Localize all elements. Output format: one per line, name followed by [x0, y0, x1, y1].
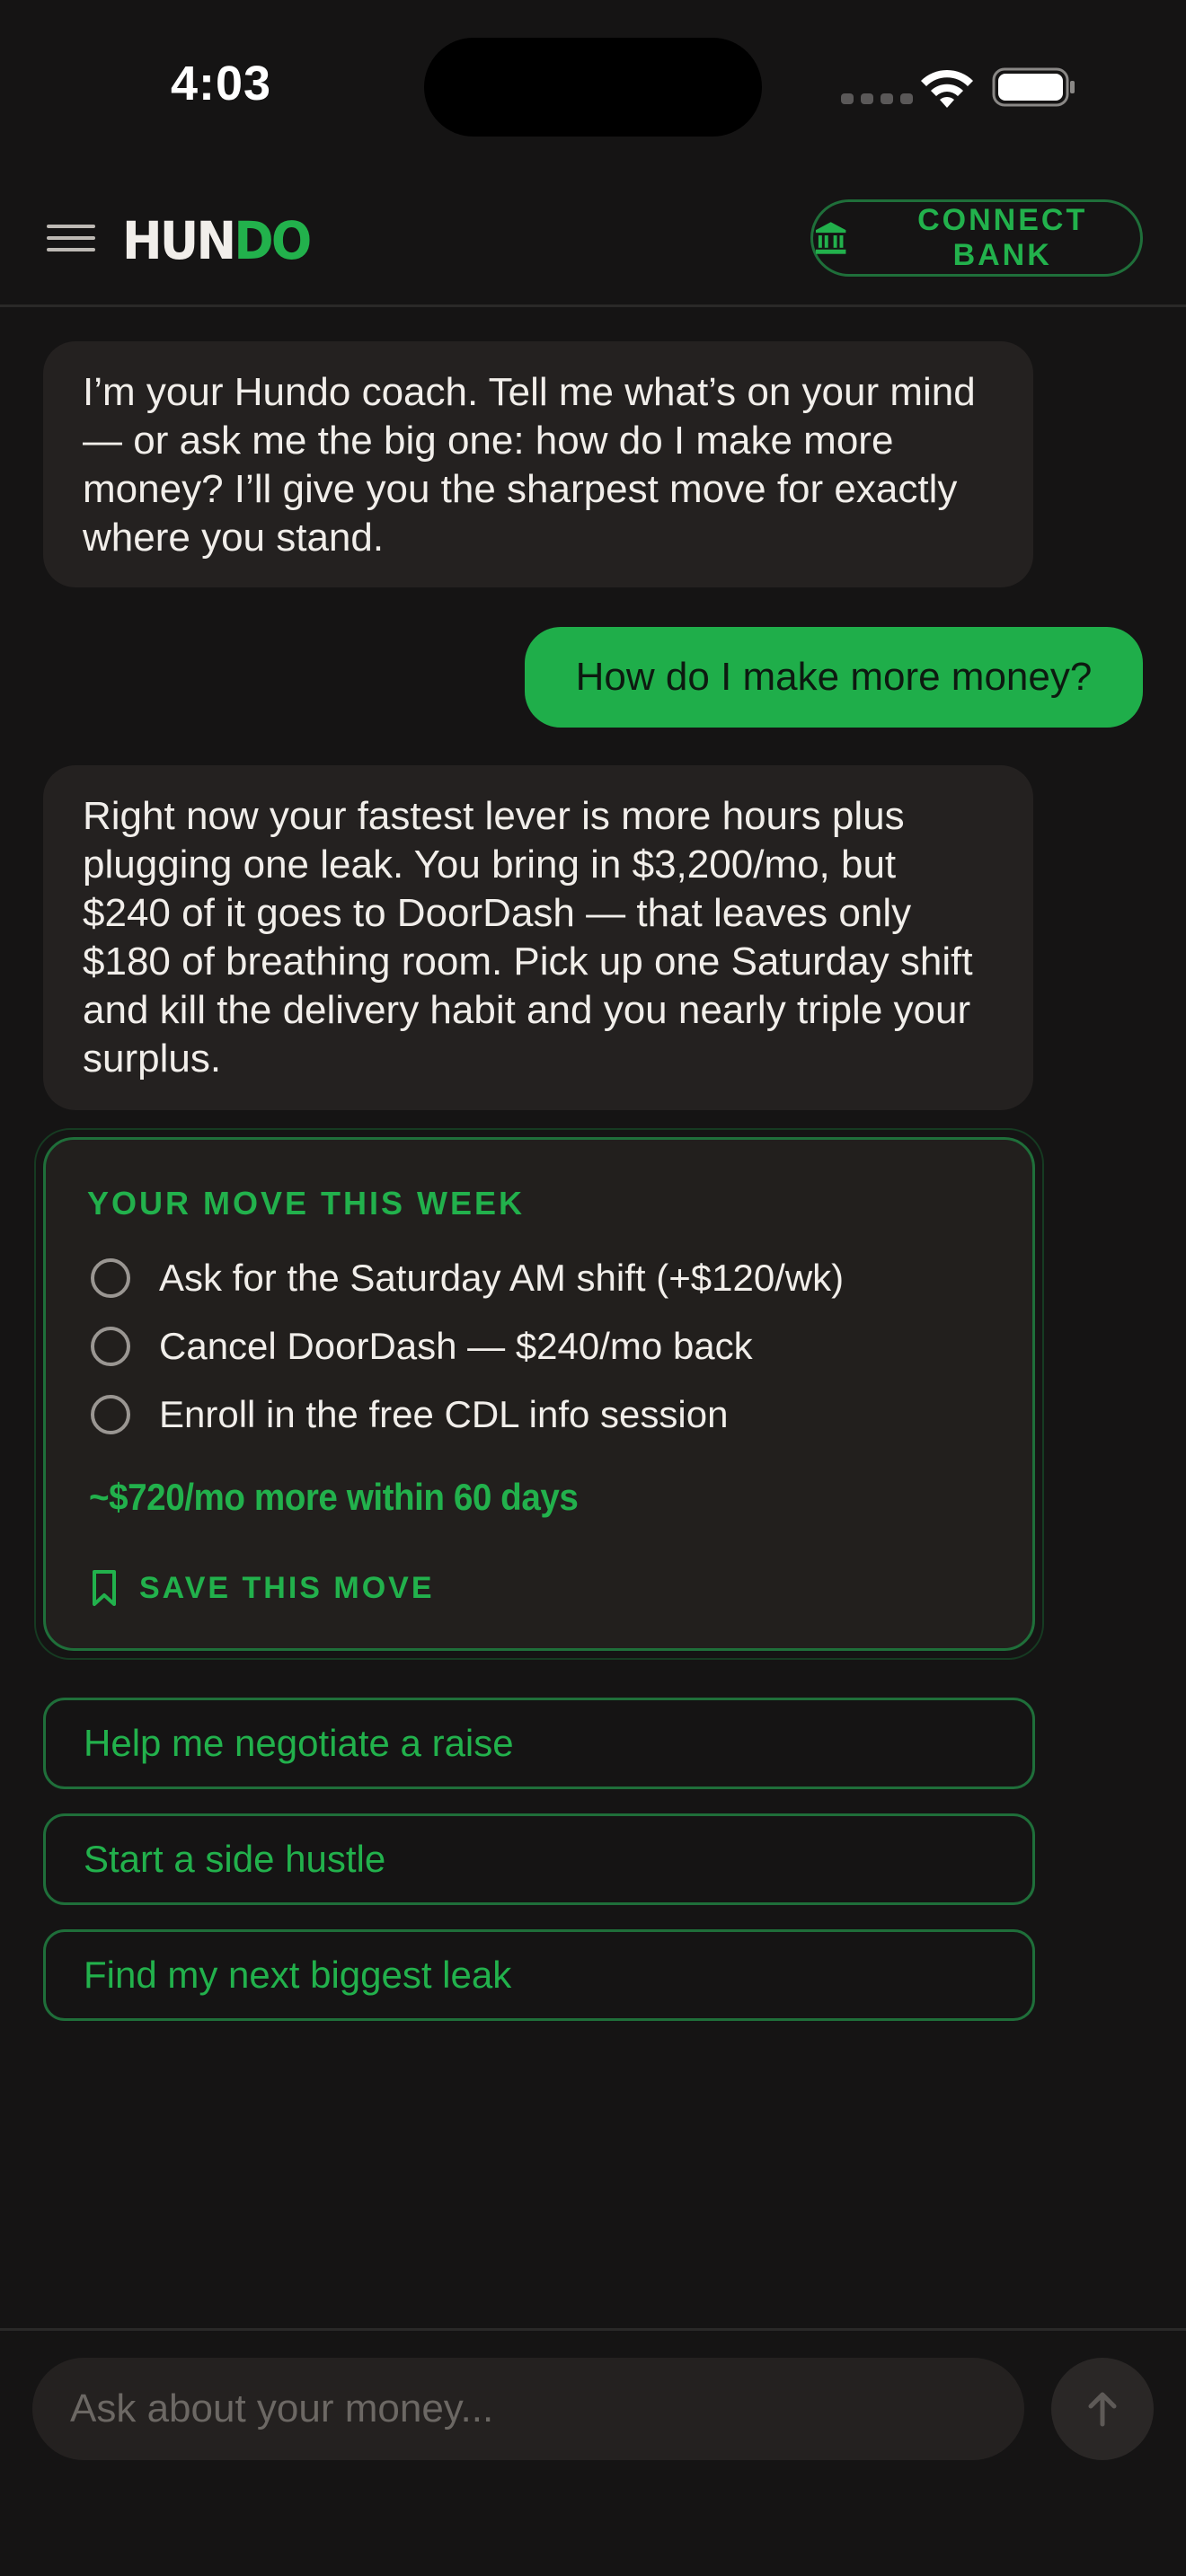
cellular-signal-icon [841, 93, 913, 104]
task-checkbox[interactable] [91, 1258, 130, 1298]
suggestion-biggest-leak[interactable]: Find my next biggest leak [43, 1929, 1035, 2021]
connect-bank-button[interactable]: CONNECT BANK [810, 199, 1143, 277]
bank-icon [815, 222, 846, 254]
arrow-up-icon [1088, 2392, 1117, 2427]
save-move-button[interactable]: SAVE THIS MOVE [91, 1569, 435, 1607]
user-message: How do I make more money? [525, 627, 1143, 728]
move-summary: ~$720/mo more within 60 days [89, 1476, 579, 1518]
coach-message-intro: I’m your Hundo coach. Tell me what’s on … [43, 341, 1033, 587]
move-card-title: YOUR MOVE THIS WEEK [87, 1185, 526, 1222]
save-move-label: SAVE THIS MOVE [139, 1570, 435, 1605]
app-screen: 4:03 HUNDO CONNECT BANK I’m your Hundo c… [0, 0, 1186, 2576]
move-card: YOUR MOVE THIS WEEK Ask for the Saturday… [43, 1137, 1035, 1651]
move-task-2[interactable]: Cancel DoorDash — $240/mo back [91, 1325, 753, 1368]
status-time: 4:03 [171, 57, 272, 110]
task-checkbox[interactable] [91, 1327, 130, 1366]
hundo-logo: HUNDO [122, 208, 312, 273]
dynamic-island [424, 38, 762, 137]
move-task-3[interactable]: Enroll in the free CDL info session [91, 1393, 728, 1436]
move-task-1[interactable]: Ask for the Saturday AM shift (+$120/wk) [91, 1257, 844, 1300]
suggestion-negotiate-raise[interactable]: Help me negotiate a raise [43, 1698, 1035, 1789]
app-header: HUNDO CONNECT BANK [0, 171, 1186, 307]
connect-bank-label: CONNECT BANK [917, 203, 1088, 272]
wifi-icon [921, 69, 973, 108]
ask-input[interactable] [32, 2358, 1024, 2460]
menu-icon[interactable] [47, 225, 95, 257]
suggestion-side-hustle[interactable]: Start a side hustle [43, 1813, 1035, 1905]
send-button[interactable] [1051, 2358, 1154, 2460]
message-composer [0, 2328, 1186, 2576]
task-checkbox[interactable] [91, 1395, 130, 1434]
task-label: Enroll in the free CDL info session [159, 1393, 729, 1435]
coach-message-reply: Right now your fastest lever is more hou… [43, 765, 1033, 1110]
task-label: Ask for the Saturday AM shift (+$120/wk) [159, 1257, 845, 1299]
bookmark-icon [93, 1570, 116, 1606]
task-label: Cancel DoorDash — $240/mo back [159, 1325, 753, 1367]
logo-part2: DO [234, 210, 312, 271]
logo-part1: HUN [122, 210, 236, 271]
battery-icon [992, 67, 1075, 107]
